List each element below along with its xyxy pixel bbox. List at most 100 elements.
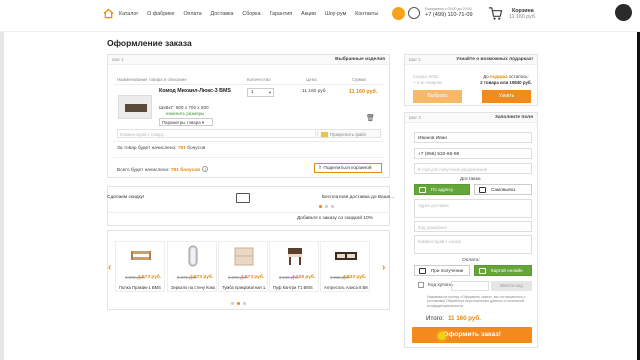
total-bonus-prefix: Всего будет начислено: [117,168,170,173]
folder-icon [321,132,328,138]
avatar[interactable] [615,4,632,21]
addon-image [288,248,302,265]
addon-card[interactable]: 2 673 руб. 2 673 руб. Полка Пракtик-1 BM… [115,241,165,292]
cart-icon[interactable] [488,6,503,21]
nav-item-showroom[interactable]: Шоу-рум [325,11,346,17]
pickup-button[interactable]: Самовывоз [474,184,532,195]
nav-item-assembly[interactable]: Сборка [242,11,260,17]
product-params-dropdown[interactable]: Параметры товара ▾ [159,118,213,126]
product-name[interactable]: Комод Михаил-Люкс-3 BMS [159,88,231,94]
pay-card-online-button[interactable]: Картой онлайн [474,265,532,276]
gifts-panel-title: Узнайте о возможных подарках! [456,57,533,62]
checkout-form-title: Заполните поля [494,115,533,120]
nav-item-contacts[interactable]: Контакты [355,11,378,17]
nav-item-sales[interactable]: Акции [301,11,316,17]
intercom-field[interactable]: Код домофона [414,221,532,232]
carousel-prev-icon[interactable]: ‹ [108,262,111,273]
pager-dot[interactable] [331,205,334,208]
truck-icon [236,193,250,203]
carousel-next-icon[interactable]: › [382,262,385,273]
divider [113,84,384,85]
choose-discount-button[interactable]: Выбрать [413,90,462,103]
learn-gift-button[interactable]: Узнать [482,90,531,103]
product-comment-input[interactable]: Комментарий к товару... [117,129,316,138]
coupon-label: Код купона [428,283,453,288]
change-size-link[interactable]: изменить размеры [166,111,204,116]
name-field[interactable]: Иванов Иван [414,132,532,143]
addon-card[interactable]: 2 673 руб. 2 673 руб. Зеркало на стену К… [167,241,217,292]
left-edge [0,0,4,360]
column-header-sum: Сумма [352,77,366,82]
step-label: Шаг 3 [409,115,421,120]
product-image[interactable] [118,95,152,119]
nav-item-warranty[interactable]: Гарантия [270,11,293,17]
email-field[interactable]: E-mail для получения уведомлений [414,163,532,174]
delivery-label: Доставка [460,177,481,182]
phone-field[interactable]: +7 (956) 532-65-98 [414,148,532,159]
promo-delivery[interactable]: Бесплатная доставка до Ваше... [322,195,394,200]
coupon-input[interactable] [451,281,489,291]
order-comment-field[interactable]: Комментарий к заказу [414,235,532,254]
quantity-select[interactable]: 1 [247,88,274,97]
pager-dot[interactable] [243,302,246,305]
cart-sum: 11 160 руб. [509,14,537,20]
chevron-down-icon: ▾ [201,120,205,125]
truck-icon [419,187,426,193]
pager-dot[interactable] [237,302,240,305]
product-params-label: Параметры товара [162,120,201,125]
addon-name: Антресоль Алиса 8 BMS [324,285,368,290]
addon-image [234,247,254,266]
store-icon [479,187,486,193]
theme-toggle-button[interactable] [392,7,405,20]
product-size: ШхВхГ: 800 х 700 х 500 [159,105,209,110]
question-icon[interactable]: ? [202,166,209,172]
addon-name: Зеркало на стену Комфо-3 BMS [171,285,215,290]
promo-discount[interactable]: Сделаем скидку! [107,195,144,200]
address-field[interactable]: Адрес доставки [414,199,532,218]
addon-name: Тумба прикроватная 1.021 Люкс BMS [222,285,266,290]
checkout-button[interactable]: Оформить заказ! [412,327,532,343]
gift-progress-highlight: подарка [489,74,508,79]
pager-dot[interactable] [325,205,328,208]
item-bonus: За товар будет начислено: 781 бонусов [117,146,205,151]
order-total-label: Итого: [426,315,444,322]
addon-price: 2 673 руб. [190,275,214,280]
nav-item-delivery[interactable]: Доставка [211,11,234,17]
addon-card[interactable]: 4 833 руб. 4 833 руб. Антресоль Алиса 8 … [320,241,370,292]
addon-price: 3 159 руб. [292,275,316,280]
step-label: Шаг 2 [409,57,421,62]
discount-offer-line: + 2-м товарам [413,80,442,85]
addon-card[interactable]: 3 159 руб. 3 159 руб. Пуф Кантри Т1 BMS [269,241,319,292]
share-cart-button[interactable]: ⇪ Поделиться корзиной [314,163,382,173]
apply-coupon-button[interactable]: Ввести код [491,281,532,291]
total-bonus: Всего будет начислено: 781 бонусов? [117,166,209,173]
home-icon[interactable] [103,8,114,19]
trash-icon[interactable]: 🗑 [366,114,375,122]
addon-image [188,245,198,267]
site-header: Каталог О фабрике Оплата Доставка Сборка… [0,0,640,32]
divider [113,157,384,158]
nav-item-about[interactable]: О фабрике [147,11,174,17]
page-title: Оформление заказа [107,38,192,48]
delivery-by-address-label: По адресу [431,187,454,192]
product-price: 11 160 руб. [302,89,327,94]
gift-progress-text: До [483,74,489,79]
addon-image [131,251,151,260]
gift-progress-remaining: 2 товара или 10840 руб. [480,80,532,85]
pager-dot[interactable] [231,302,234,305]
step-label: Шаг 1 [112,57,124,62]
addon-card[interactable]: 2 673 руб. 2 673 руб. Тумба прикроватная… [218,241,268,292]
delivery-by-address-button[interactable]: По адресу [414,184,470,195]
pager-dot[interactable] [319,205,322,208]
coupon-checkbox[interactable] [418,282,424,288]
attach-file-button[interactable]: Прикрепить файл [317,129,381,138]
total-bonus-value: 781 бонусов [170,168,201,173]
nav-item-payment[interactable]: Оплата [183,11,201,17]
addon-name: Полка Пракtик-1 BMS [119,285,161,290]
share-icon: ⇪ [318,166,323,171]
phone-number[interactable]: +7 (499) 110-71-09 [425,12,473,18]
item-bonus-prefix: За товар будет начислено: [117,146,177,151]
pay-on-receive-button[interactable]: При получении [414,265,470,276]
item-bonus-suffix: бонусов [187,146,206,151]
nav-item-catalog[interactable]: Каталог [119,11,138,17]
